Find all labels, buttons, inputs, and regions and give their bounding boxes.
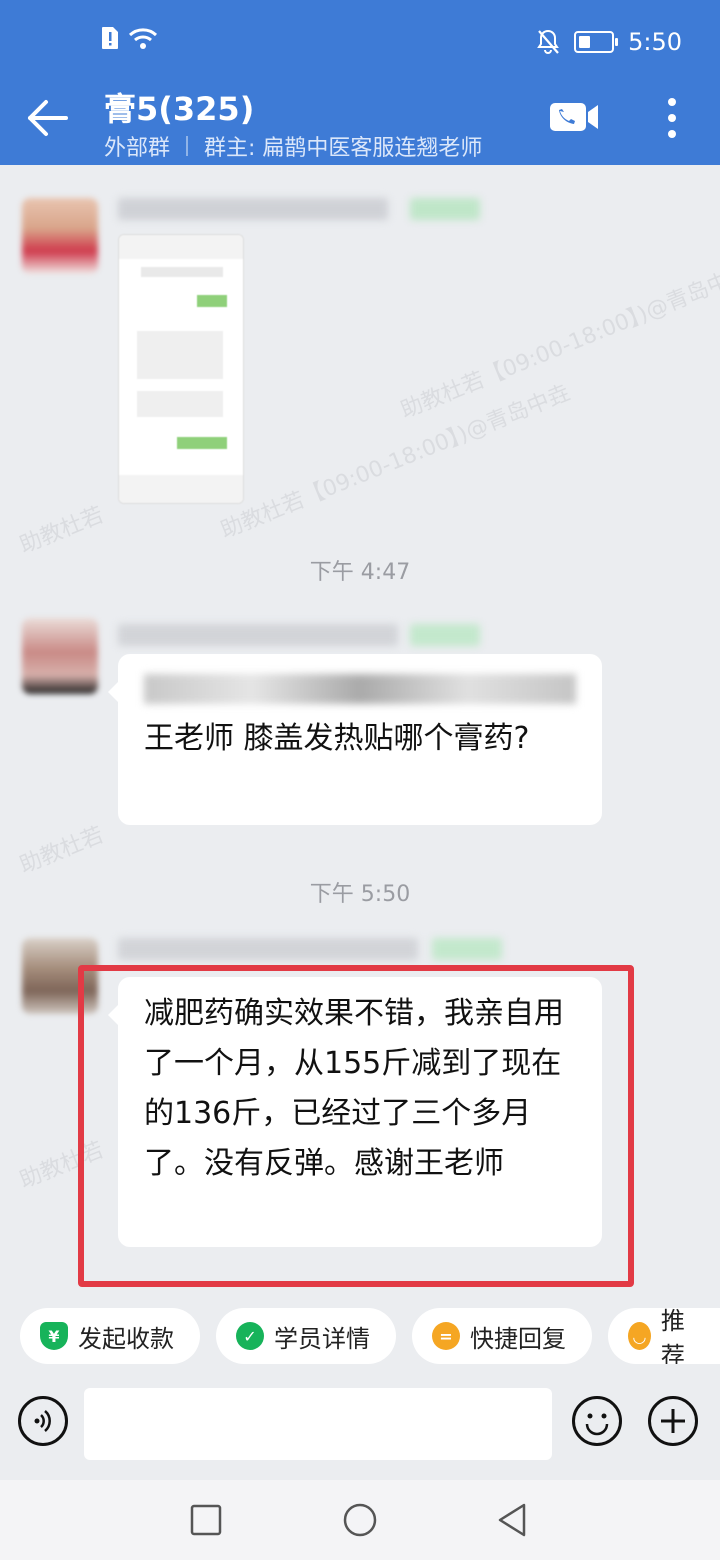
chip-label: 推荐 (660, 1308, 685, 1364)
system-nav-bar (0, 1480, 720, 1560)
home-icon[interactable] (342, 1502, 378, 1538)
thumb-msg (141, 267, 223, 277)
quick-action-bar: ¥ 发起收款 ✓ 学员详情 = 快捷回复 ◡ 推荐 (0, 1292, 720, 1378)
sender-tag-redacted (410, 198, 480, 220)
wifi-icon (128, 28, 158, 49)
sender-tag-redacted (432, 938, 502, 960)
status-left-icons (100, 26, 158, 50)
chip-recommend[interactable]: ◡ 推荐 (608, 1308, 720, 1364)
quick-reply-icon: = (432, 1322, 460, 1350)
subtitle-divider (186, 136, 189, 156)
highlight-annotation (78, 965, 634, 1287)
thumb-input (119, 475, 243, 503)
emoji-button[interactable] (572, 1396, 622, 1446)
app-header: 5:50 膏5(325) 外部群 群主: 扁鹊中医客服连翘老师 (0, 0, 720, 165)
chat-subtitle: 外部群 群主: 扁鹊中医客服连翘老师 (104, 130, 482, 162)
message-input[interactable] (84, 1388, 552, 1460)
avatar[interactable] (22, 198, 98, 274)
sender-tag-redacted (410, 624, 480, 646)
clock: 5:50 (628, 28, 682, 56)
mute-bell-icon (537, 29, 559, 54)
avatar[interactable] (22, 618, 98, 694)
voice-icon (34, 1410, 51, 1432)
user-check-icon: ✓ (236, 1322, 264, 1350)
chip-label: 快捷回复 (470, 1324, 566, 1353)
thumb-msg (177, 437, 227, 449)
attach-plus-button[interactable] (648, 1396, 698, 1446)
watermark: 助教杜若 (16, 502, 108, 559)
yuan-shield-icon: ¥ (40, 1322, 68, 1350)
thumb-msg (137, 331, 223, 379)
time-divider: 下午 5:50 (309, 882, 411, 907)
recent-apps-icon[interactable] (190, 1504, 222, 1536)
more-options-icon[interactable] (660, 96, 684, 140)
chip-collect-payment[interactable]: ¥ 发起收款 (20, 1308, 200, 1364)
plus-icon (661, 1409, 685, 1433)
back-nav-icon[interactable] (496, 1502, 528, 1538)
watermark: 助教杜若【09:00-18:00】)@青岛中垚 (217, 380, 574, 544)
image-message[interactable] (118, 234, 244, 504)
thumb-msg (197, 295, 227, 307)
smiley-icon (585, 1413, 609, 1436)
battery-level (579, 36, 590, 48)
status-bar: 5:50 (0, 0, 720, 84)
sim-alert-icon (102, 27, 118, 49)
message-bubble[interactable]: 王老师 膝盖发热贴哪个膏药? (108, 654, 602, 825)
thumb-header (119, 235, 243, 259)
group-owner-label: 群主: 扁鹊中医客服连翘老师 (204, 136, 483, 161)
chip-label: 学员详情 (274, 1324, 370, 1353)
watermark: 助教杜若 (16, 822, 108, 879)
battery-icon (574, 31, 619, 53)
voice-input-button[interactable] (18, 1396, 68, 1446)
chat-title[interactable]: 膏5(325) (104, 84, 254, 130)
sender-name-redacted (118, 938, 418, 960)
status-right: 5:50 (536, 28, 682, 56)
thumb-msg (137, 391, 223, 417)
video-call-icon[interactable] (548, 100, 600, 134)
back-arrow-icon[interactable] (24, 96, 72, 140)
chip-student-details[interactable]: ✓ 学员详情 (216, 1308, 396, 1364)
chip-quick-reply[interactable]: = 快捷回复 (412, 1308, 592, 1364)
sender-name-redacted (118, 624, 398, 646)
group-type-label: 外部群 (104, 136, 171, 161)
sender-name-redacted (118, 198, 388, 220)
message-text: 王老师 膝盖发热贴哪个膏药? (144, 721, 530, 756)
quoted-text-redacted (144, 674, 576, 704)
composer-bar (0, 1378, 720, 1480)
recommend-icon: ◡ (628, 1322, 651, 1350)
time-divider: 下午 4:47 (309, 560, 411, 585)
chip-label: 发起收款 (78, 1324, 174, 1353)
